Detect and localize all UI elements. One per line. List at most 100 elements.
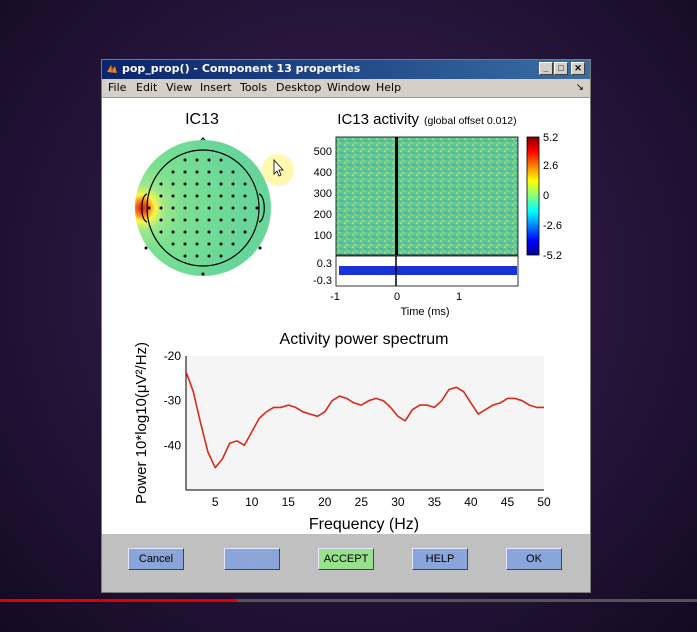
electrode-dot <box>183 230 187 234</box>
dock-arrow-icon[interactable]: ↘ <box>576 82 584 93</box>
electrode-dot <box>219 230 223 234</box>
spectrum-x-tick: 25 <box>355 495 369 509</box>
colorbar-tick: 5.2 <box>543 132 558 144</box>
electrode-dot <box>243 230 247 234</box>
topo-title: IC13 <box>185 111 219 128</box>
menu-insert[interactable]: Insert <box>200 81 232 94</box>
spectrum-y-tick: -20 <box>164 349 182 363</box>
electrode-dot <box>195 182 199 186</box>
title-bar[interactable]: pop_prop() - Component 13 properties _ □… <box>102 60 590 79</box>
time-zero-line <box>395 137 398 255</box>
electrode-dot <box>159 194 163 198</box>
electrode-dot <box>183 182 187 186</box>
electrode-dot <box>231 230 235 234</box>
electrode-dot <box>219 182 223 186</box>
scalp-map <box>135 140 271 276</box>
electrode-dot <box>207 254 211 258</box>
spectrum-x-tick: 45 <box>501 495 515 509</box>
menu-tools[interactable]: Tools <box>240 81 267 94</box>
maximize-button[interactable]: □ <box>554 62 568 75</box>
electrode-dot <box>183 254 187 258</box>
electrode-dot <box>219 218 223 222</box>
electrode-dot <box>207 242 211 246</box>
electrode-dot <box>243 182 247 186</box>
close-button[interactable]: ✕ <box>571 62 585 75</box>
values-button[interactable]: Values <box>224 548 280 570</box>
button-bar: Cancel Values ACCEPT HELP OK <box>102 534 590 592</box>
spectrum-x-tick: 40 <box>464 495 478 509</box>
menu-desktop[interactable]: Desktop <box>276 81 321 94</box>
window-title: pop_prop() - Component 13 properties <box>122 62 361 75</box>
cursor-highlight <box>262 154 294 186</box>
menu-file[interactable]: File <box>108 81 126 94</box>
ok-button[interactable]: OK <box>506 548 562 570</box>
electrode-dot <box>231 182 235 186</box>
electrode-dot <box>243 206 247 210</box>
accept-button[interactable]: ACCEPT <box>318 548 374 570</box>
activity-image <box>335 136 519 256</box>
electrode-dot <box>231 242 235 246</box>
electrode-dot <box>183 206 187 210</box>
video-progress-bar[interactable] <box>0 599 697 602</box>
electrode-dot <box>243 218 247 222</box>
video-progress-fill <box>0 599 237 602</box>
spectrum-x-tick: 10 <box>245 495 259 509</box>
electrode-dot <box>219 242 223 246</box>
electrode-dot <box>207 206 211 210</box>
electrode-dot <box>207 182 211 186</box>
menu-window[interactable]: Window <box>327 81 370 94</box>
electrode-dot <box>219 194 223 198</box>
electrode-dot <box>207 170 211 174</box>
spectrum-x-tick: 35 <box>428 495 442 509</box>
electrode-dot <box>195 242 199 246</box>
electrode-dot <box>195 230 199 234</box>
spectrum-ylabel: Power 10*log10(μV²/Hz) <box>133 342 150 504</box>
colorbar-tick: -5.2 <box>543 250 562 262</box>
electrode-dot <box>171 206 175 210</box>
electrode-dot <box>183 170 187 174</box>
help-button[interactable]: HELP <box>412 548 468 570</box>
electrode-dot <box>195 206 199 210</box>
activity-y-tick: 100 <box>314 230 332 242</box>
electrode-dot <box>195 254 199 258</box>
colorbar <box>526 136 540 256</box>
electrode-dot <box>219 254 223 258</box>
spectrum-xlabel: Frequency (Hz) <box>309 516 419 533</box>
erp-y-tick: -0.3 <box>313 275 332 287</box>
erp-x-tick: 0 <box>394 291 400 303</box>
activity-y-tick: 400 <box>314 167 332 179</box>
cancel-button[interactable]: Cancel <box>128 548 184 570</box>
electrode-dot <box>231 218 235 222</box>
activity-y-tick: 200 <box>314 209 332 221</box>
minimize-button[interactable]: _ <box>539 62 553 75</box>
electrode-dot <box>159 182 163 186</box>
colorbar-tick: 2.6 <box>543 160 558 172</box>
menu-edit[interactable]: Edit <box>136 81 157 94</box>
electrode-dot <box>243 194 247 198</box>
erp-x-tick: -1 <box>330 291 340 303</box>
electrode-dot <box>171 230 175 234</box>
electrode-dot <box>207 158 211 162</box>
electrode-dot <box>183 194 187 198</box>
colorbar-tick: -2.6 <box>543 220 562 232</box>
erp-x-tick: 1 <box>456 291 462 303</box>
electrode-dot <box>195 194 199 198</box>
electrode-dot <box>219 158 223 162</box>
electrode-dot <box>183 158 187 162</box>
electrode-dot <box>219 170 223 174</box>
activity-title: IC13 activity <box>337 111 419 128</box>
spectrum-x-tick: 5 <box>212 495 219 509</box>
electrode-dot <box>183 242 187 246</box>
electrode-dot <box>144 246 148 250</box>
spectrum-title: Activity power spectrum <box>280 331 449 348</box>
menu-view[interactable]: View <box>166 81 192 94</box>
electrode-dot <box>195 218 199 222</box>
spectrum-x-tick: 50 <box>537 495 551 509</box>
electrode-dot <box>207 218 211 222</box>
activity-y-tick: 500 <box>314 146 332 158</box>
menu-help[interactable]: Help <box>376 81 401 94</box>
spectrum-x-tick: 15 <box>282 495 296 509</box>
electrode-dot <box>207 230 211 234</box>
matlab-logo-icon <box>107 65 117 73</box>
spectrum-y-tick: -30 <box>164 394 182 408</box>
